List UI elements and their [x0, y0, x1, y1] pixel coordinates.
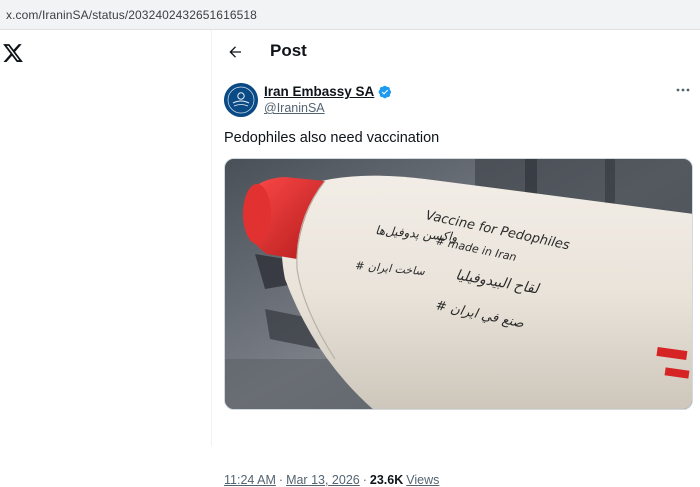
- url-text[interactable]: x.com/IraninSA/status/203240243265161651…: [6, 8, 257, 22]
- more-options-button[interactable]: [674, 84, 692, 98]
- arrow-left-icon: [229, 46, 241, 58]
- avatar[interactable]: [224, 83, 258, 117]
- more-horizontal-icon: [676, 88, 690, 92]
- x-logo-icon[interactable]: [2, 42, 24, 64]
- tweet-text: Pedophiles also need vaccination: [224, 130, 440, 146]
- views-count: 23.6K: [369, 473, 404, 487]
- left-nav: [0, 30, 212, 446]
- views-label[interactable]: Views: [406, 473, 439, 487]
- back-button[interactable]: [224, 41, 246, 63]
- author-handle[interactable]: @IraninSA: [264, 101, 325, 115]
- page-title: Post: [270, 41, 307, 60]
- author-display-name[interactable]: Iran Embassy SA: [264, 84, 374, 99]
- page-header: Post: [212, 30, 700, 74]
- address-bar[interactable]: x.com/IraninSA/status/203240243265161651…: [0, 0, 700, 30]
- main-column: Post Iran Embassy SA @IraninSA Pedophile…: [212, 30, 700, 487]
- author-name-row: Iran Embassy SA: [264, 84, 392, 99]
- tweet-media-image[interactable]: Vaccine for Pedophiles # made in Iran وا…: [224, 158, 693, 410]
- tweet-meta: 11:24 AM · Mar 13, 2026 · 23.6K Views: [224, 473, 439, 487]
- meta-separator: ·: [278, 473, 284, 487]
- tweet-time[interactable]: 11:24 AM: [224, 473, 276, 487]
- meta-separator: ·: [362, 473, 367, 487]
- verified-badge-icon: [378, 85, 392, 99]
- tweet-date[interactable]: Mar 13, 2026: [286, 473, 360, 487]
